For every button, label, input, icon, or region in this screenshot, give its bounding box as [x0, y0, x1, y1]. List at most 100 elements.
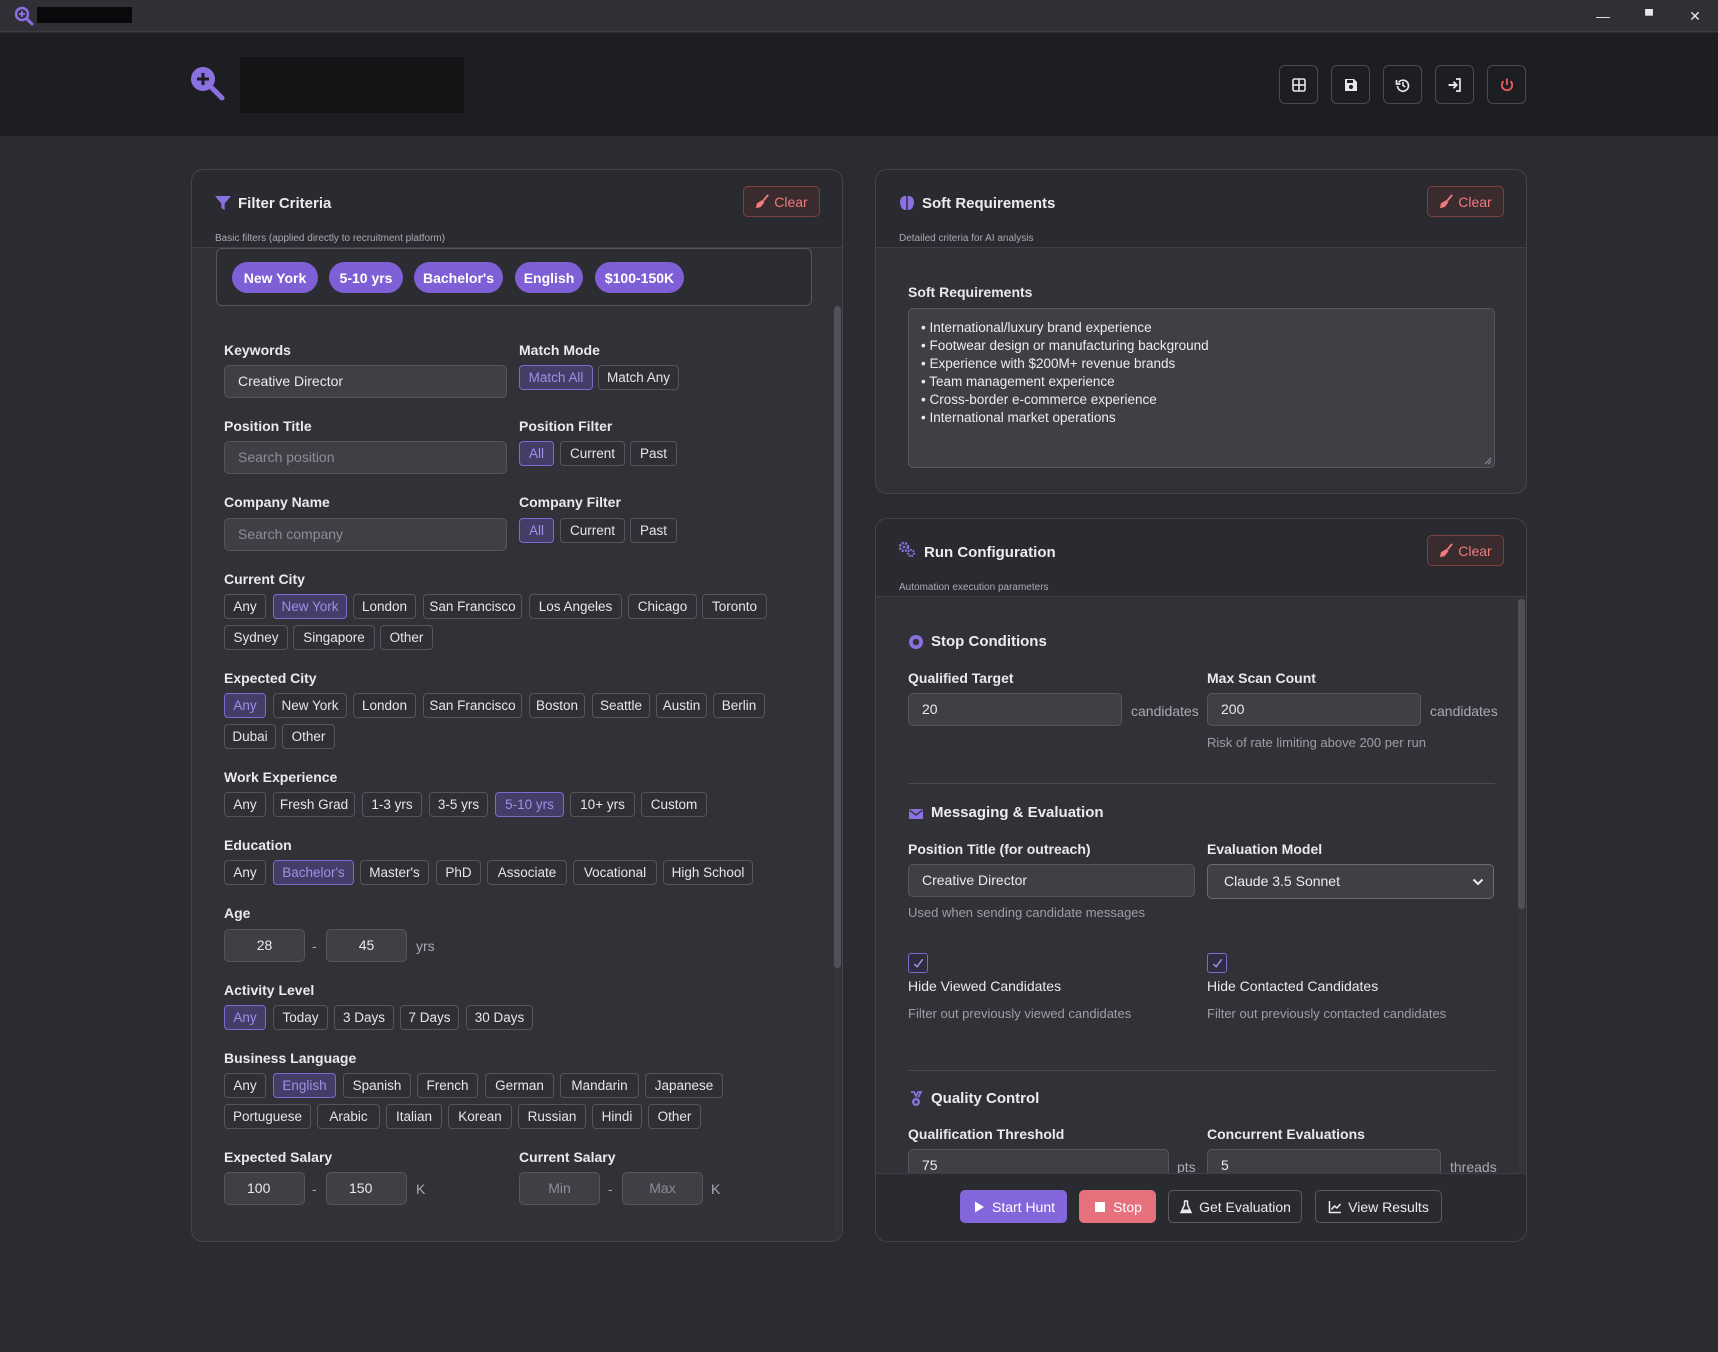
company-filter-all[interactable]: All	[519, 518, 554, 543]
chip-salary[interactable]: $100-150K	[595, 262, 684, 293]
current-city-chicago[interactable]: Chicago	[628, 594, 697, 619]
stop-button[interactable]: Stop	[1079, 1190, 1156, 1223]
expected-city-any[interactable]: Any	[224, 693, 266, 718]
current-city-san-francisco[interactable]: San Francisco	[423, 594, 522, 619]
chip-language[interactable]: English	[515, 262, 583, 293]
expected-city-other[interactable]: Other	[282, 724, 335, 749]
keywords-input[interactable]: Creative Director	[224, 365, 507, 398]
expected-salary-max-input[interactable]: 150	[326, 1172, 407, 1205]
current-city-any[interactable]: Any	[224, 594, 266, 619]
filter-scrollbar-thumb[interactable]	[834, 306, 841, 968]
max-scan-input[interactable]: 200	[1207, 693, 1421, 726]
current-city-los-angeles[interactable]: Los Angeles	[529, 594, 622, 619]
expected-city-london[interactable]: London	[353, 693, 416, 718]
qualified-target-input[interactable]: 20	[908, 693, 1122, 726]
education-high-school[interactable]: High School	[663, 860, 753, 885]
start-hunt-button[interactable]: Start Hunt	[960, 1190, 1067, 1223]
hide-viewed-checkbox[interactable]	[908, 953, 928, 973]
experience-3-5[interactable]: 3-5 yrs	[429, 792, 488, 817]
qualification-threshold-input[interactable]: 75	[908, 1149, 1169, 1176]
current-city-singapore[interactable]: Singapore	[293, 625, 375, 650]
language-french[interactable]: French	[417, 1073, 478, 1098]
hide-viewed-label[interactable]: Hide Viewed Candidates	[908, 978, 1061, 994]
activity-any[interactable]: Any	[224, 1005, 266, 1030]
age-min-input[interactable]: 28	[224, 929, 305, 962]
run-clear-button[interactable]: Clear	[1427, 535, 1504, 566]
evaluation-model-select[interactable]: Claude 3.5 Sonnet	[1207, 864, 1494, 899]
activity-30-days[interactable]: 30 Days	[466, 1005, 533, 1030]
activity-today[interactable]: Today	[273, 1005, 328, 1030]
activity-3-days[interactable]: 3 Days	[334, 1005, 394, 1030]
language-other[interactable]: Other	[648, 1104, 701, 1129]
chip-education[interactable]: Bachelor's	[414, 262, 503, 293]
current-city-sydney[interactable]: Sydney	[224, 625, 288, 650]
language-spanish[interactable]: Spanish	[343, 1073, 411, 1098]
expected-city-dubai[interactable]: Dubai	[224, 724, 276, 749]
match-any-option[interactable]: Match Any	[598, 365, 679, 390]
hide-contacted-checkbox[interactable]	[1207, 953, 1227, 973]
expected-salary-min-input[interactable]: 100	[224, 1172, 305, 1205]
language-hindi[interactable]: Hindi	[592, 1104, 642, 1129]
filter-scrollbar[interactable]	[834, 306, 841, 1234]
experience-5-10[interactable]: 5-10 yrs	[495, 792, 564, 817]
current-city-london[interactable]: London	[353, 594, 416, 619]
company-filter-past[interactable]: Past	[630, 518, 677, 543]
expected-city-seattle[interactable]: Seattle	[592, 693, 650, 718]
language-german[interactable]: German	[485, 1073, 554, 1098]
language-korean[interactable]: Korean	[448, 1104, 512, 1129]
hide-contacted-label[interactable]: Hide Contacted Candidates	[1207, 978, 1378, 994]
expected-city-austin[interactable]: Austin	[656, 693, 707, 718]
language-any[interactable]: Any	[224, 1073, 266, 1098]
language-portuguese[interactable]: Portuguese	[224, 1104, 311, 1129]
run-scrollbar-thumb[interactable]	[1518, 599, 1525, 909]
company-name-input[interactable]: Search company	[224, 518, 507, 551]
activity-7-days[interactable]: 7 Days	[400, 1005, 459, 1030]
expected-city-boston[interactable]: Boston	[529, 693, 585, 718]
soft-clear-button[interactable]: Clear	[1427, 186, 1504, 217]
layout-button[interactable]	[1279, 65, 1318, 104]
filter-clear-button[interactable]: Clear	[743, 186, 820, 217]
current-salary-max-input[interactable]: Max	[622, 1172, 703, 1205]
expected-city-new-york[interactable]: New York	[273, 693, 347, 718]
current-city-new-york[interactable]: New York	[273, 594, 347, 619]
maximize-button[interactable]: ▀	[1636, 6, 1662, 26]
run-scrollbar[interactable]	[1518, 597, 1525, 1175]
chip-location[interactable]: New York	[232, 262, 318, 293]
language-mandarin[interactable]: Mandarin	[560, 1073, 639, 1098]
power-button[interactable]	[1487, 65, 1526, 104]
current-city-other[interactable]: Other	[380, 625, 433, 650]
language-italian[interactable]: Italian	[386, 1104, 442, 1129]
get-evaluation-button[interactable]: Get Evaluation	[1168, 1190, 1302, 1223]
company-filter-current[interactable]: Current	[560, 518, 625, 543]
education-any[interactable]: Any	[224, 860, 266, 885]
close-button[interactable]: ✕	[1682, 6, 1708, 26]
expected-city-san-francisco[interactable]: San Francisco	[423, 693, 522, 718]
experience-10-plus[interactable]: 10+ yrs	[570, 792, 635, 817]
position-filter-all[interactable]: All	[519, 441, 554, 466]
age-max-input[interactable]: 45	[326, 929, 407, 962]
outreach-position-input[interactable]: Creative Director	[908, 864, 1195, 897]
position-title-input[interactable]: Search position	[224, 441, 507, 474]
experience-custom[interactable]: Custom	[641, 792, 707, 817]
language-english[interactable]: English	[273, 1073, 336, 1098]
education-masters[interactable]: Master's	[360, 860, 429, 885]
view-results-button[interactable]: View Results	[1315, 1190, 1442, 1223]
save-button[interactable]	[1331, 65, 1370, 104]
language-japanese[interactable]: Japanese	[645, 1073, 723, 1098]
soft-requirements-textarea[interactable]: • International/luxury brand experience …	[908, 308, 1495, 468]
experience-any[interactable]: Any	[224, 792, 266, 817]
expected-city-berlin[interactable]: Berlin	[713, 693, 765, 718]
language-russian[interactable]: Russian	[518, 1104, 586, 1129]
education-vocational[interactable]: Vocational	[573, 860, 657, 885]
current-city-toronto[interactable]: Toronto	[702, 594, 767, 619]
position-filter-past[interactable]: Past	[630, 441, 677, 466]
experience-1-3[interactable]: 1-3 yrs	[362, 792, 422, 817]
match-all-option[interactable]: Match All	[519, 365, 593, 390]
education-associate[interactable]: Associate	[487, 860, 567, 885]
language-arabic[interactable]: Arabic	[317, 1104, 380, 1129]
history-button[interactable]	[1383, 65, 1422, 104]
resize-handle-icon[interactable]	[1484, 457, 1492, 465]
concurrent-evaluations-input[interactable]: 5	[1207, 1149, 1441, 1176]
chip-experience[interactable]: 5-10 yrs	[329, 262, 403, 293]
experience-fresh-grad[interactable]: Fresh Grad	[273, 792, 355, 817]
